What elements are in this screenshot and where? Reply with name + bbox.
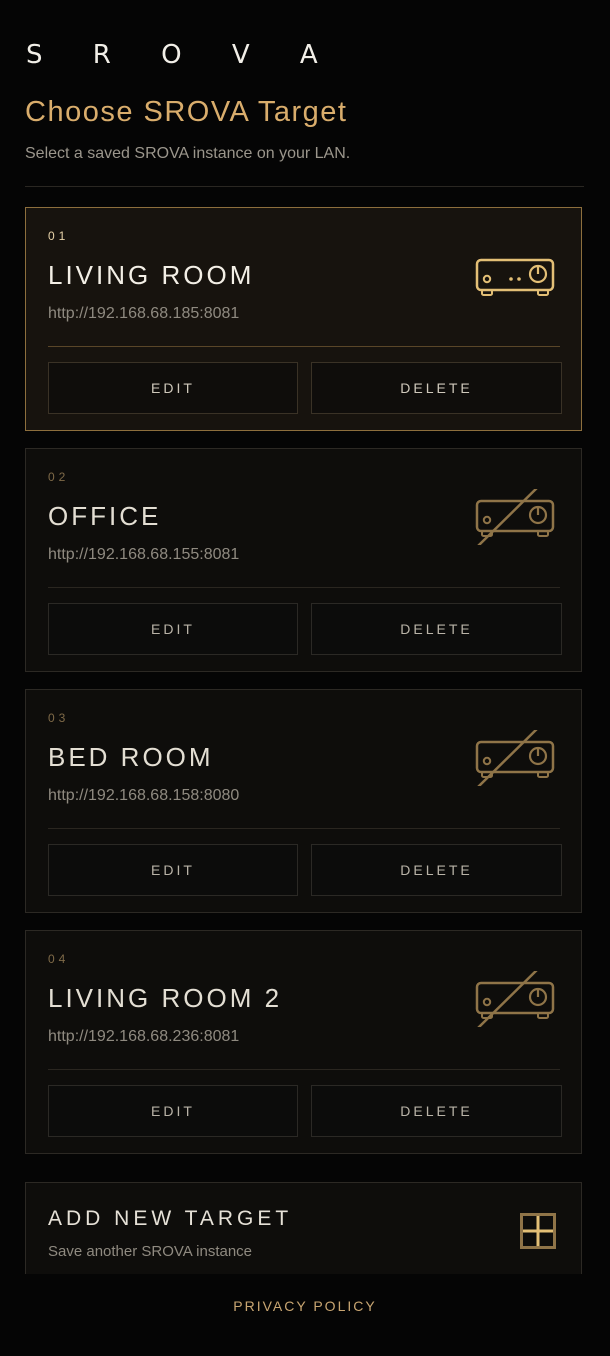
amplifier-offline-icon xyxy=(475,971,555,1027)
plus-icon[interactable] xyxy=(520,1213,556,1249)
add-target-card[interactable]: ADD NEW TARGET Save another SROVA instan… xyxy=(25,1182,582,1274)
target-url: http://192.168.68.155:8081 xyxy=(48,546,240,563)
card-divider xyxy=(48,1069,560,1070)
delete-button[interactable]: DELETE xyxy=(311,362,562,414)
target-url: http://192.168.68.185:8081 xyxy=(48,305,240,322)
card-divider xyxy=(48,587,560,588)
page-title: Choose SROVA Target xyxy=(25,96,348,128)
edit-button[interactable]: EDIT xyxy=(48,1085,298,1137)
target-name: LIVING ROOM 2 xyxy=(48,983,283,1013)
amplifier-offline-icon xyxy=(475,730,555,786)
target-card-living-room[interactable]: 01 LIVING ROOM http://192.168.68.185:808… xyxy=(25,207,582,431)
amplifier-online-icon xyxy=(475,258,555,296)
add-target-subtitle: Save another SROVA instance xyxy=(48,1243,253,1260)
edit-button[interactable]: EDIT xyxy=(48,844,298,896)
target-url: http://192.168.68.158:8080 xyxy=(48,787,240,804)
privacy-policy-link[interactable]: PRIVACY POLICY xyxy=(0,1298,610,1314)
target-name: BED ROOM xyxy=(48,742,214,772)
delete-button[interactable]: DELETE xyxy=(311,844,562,896)
target-url: http://192.168.68.236:8081 xyxy=(48,1028,240,1045)
page-subtitle: Select a saved SROVA instance on your LA… xyxy=(25,145,351,162)
header-divider xyxy=(25,186,584,187)
target-card-living-room-2[interactable]: 04 LIVING ROOM 2 http://192.168.68.236:8… xyxy=(25,930,582,1154)
add-target-title: ADD NEW TARGET xyxy=(48,1207,293,1230)
amplifier-offline-icon xyxy=(475,489,555,545)
card-divider xyxy=(48,828,560,829)
card-divider xyxy=(48,346,560,347)
target-name: OFFICE xyxy=(48,501,162,531)
footer-bar xyxy=(0,1274,610,1356)
delete-button[interactable]: DELETE xyxy=(311,603,562,655)
target-index: 04 xyxy=(48,952,70,966)
target-index: 02 xyxy=(48,470,70,484)
edit-button[interactable]: EDIT xyxy=(48,603,298,655)
target-index: 03 xyxy=(48,711,70,725)
target-card-office[interactable]: 02 OFFICE http://192.168.68.155:8081 EDI… xyxy=(25,448,582,672)
target-name: LIVING ROOM xyxy=(48,260,255,290)
target-card-bed-room[interactable]: 03 BED ROOM http://192.168.68.158:8080 E… xyxy=(25,689,582,913)
brand-logo: S R O V A xyxy=(26,40,339,70)
target-index: 01 xyxy=(48,229,70,243)
delete-button[interactable]: DELETE xyxy=(311,1085,562,1137)
edit-button[interactable]: EDIT xyxy=(48,362,298,414)
